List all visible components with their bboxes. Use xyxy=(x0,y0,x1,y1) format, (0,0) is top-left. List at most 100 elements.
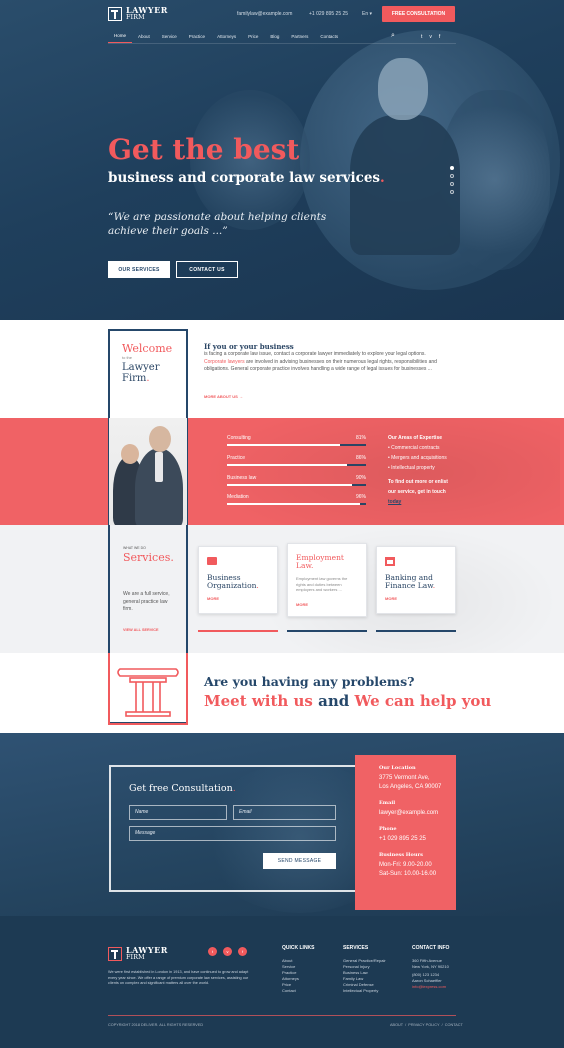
welcome-heading: If you or your business xyxy=(204,342,294,351)
slider-dot[interactable] xyxy=(450,190,454,194)
hero-subtitle: business and corporate law services. xyxy=(108,170,385,186)
nav-about[interactable]: About xyxy=(132,30,156,44)
logo[interactable]: LAWYER FIRM xyxy=(108,6,168,21)
welcome-paragraph: is facing a corporate law issue, contact… xyxy=(204,351,444,374)
skill-value: 86% xyxy=(355,455,366,461)
more-about-link[interactable]: MORE ABOUT US → xyxy=(204,394,243,399)
view-all-services-link[interactable]: VIEW ALL SERVICE xyxy=(123,628,159,632)
facebook-icon[interactable]: f xyxy=(439,34,440,40)
card-underline xyxy=(376,630,456,632)
firm-name-dot: . xyxy=(146,373,150,384)
message-field[interactable]: Message xyxy=(129,826,336,841)
nav-partners[interactable]: Partners xyxy=(285,30,314,44)
footer-link[interactable]: Attorneys xyxy=(282,976,299,982)
skill-row: Business law 90% xyxy=(227,475,366,486)
twitter-icon[interactable]: t xyxy=(208,947,217,956)
email-label: Email xyxy=(379,800,396,806)
services-title-text: Services xyxy=(123,551,171,564)
skill-bar-fill xyxy=(227,444,340,446)
skill-bar xyxy=(227,464,366,466)
contact-us-button[interactable]: CONTACT US xyxy=(176,261,238,278)
nav-practice[interactable]: Practice xyxy=(183,30,211,44)
card-title-text: Organization xyxy=(207,581,257,590)
area-label: Mergers and acquisitions xyxy=(391,455,447,461)
skill-value: 96% xyxy=(355,494,366,500)
nav-price[interactable]: Price xyxy=(242,30,264,44)
nav-contacts[interactable]: Contacts xyxy=(314,30,344,44)
phone-value[interactable]: +1 029 895 25 25 xyxy=(379,835,456,844)
card-title-dot: . xyxy=(256,581,259,590)
hours-label: Business Hours xyxy=(379,852,423,858)
slider-dot[interactable] xyxy=(450,166,454,170)
firm-name-line2: Firm. xyxy=(122,373,160,384)
services-description: We are a full service, general practice … xyxy=(123,591,170,612)
area-item: • Intellectual property xyxy=(388,465,435,471)
facebook-icon[interactable]: f xyxy=(238,947,247,956)
area-label: Intellectual property xyxy=(391,465,435,471)
welcome-firm-name: Lawyer Firm. xyxy=(122,362,160,384)
pillar-icon xyxy=(117,668,179,717)
briefcase-icon xyxy=(207,557,217,565)
consultation-title-dot: . xyxy=(232,783,236,794)
card-more-link[interactable]: MORE xyxy=(207,596,219,601)
footer-contact: 360 Fifth Avenue New York, NY 90210 (800) … xyxy=(412,958,449,990)
footer-social: t v f xyxy=(208,947,247,956)
card-more-link[interactable]: MORE xyxy=(385,596,397,601)
location-label: Our Location xyxy=(379,765,416,771)
skill-bar xyxy=(227,444,366,446)
nav-blog[interactable]: Blog xyxy=(264,30,285,44)
problems-part1: Meet with us xyxy=(204,692,313,710)
footer-link[interactable]: Practice xyxy=(282,970,299,976)
email-value[interactable]: lawyer@example.com xyxy=(379,809,456,818)
name-field[interactable]: Name xyxy=(129,805,227,820)
problems-cta: Meet with us and We can help you xyxy=(204,692,491,710)
slider-dot[interactable] xyxy=(450,182,454,186)
skill-bar xyxy=(227,484,366,486)
welcome-link[interactable]: Corporate lawyers xyxy=(204,359,245,365)
free-consultation-button[interactable]: FREE CONSULTATION xyxy=(382,6,455,22)
footer-link[interactable]: Intellectual Property xyxy=(343,988,386,994)
search-icon[interactable]: ⌕ xyxy=(391,32,395,40)
hero-subtitle-dot: . xyxy=(380,170,385,186)
our-services-button[interactable]: OUR SERVICES xyxy=(108,261,170,278)
footer-logo[interactable]: LAWYER FIRM xyxy=(108,946,168,961)
footer-about: We were first established in London in 1… xyxy=(108,970,249,986)
quick-links-title: QUICK LINKS xyxy=(282,945,315,951)
nav-attorneys[interactable]: Attorneys xyxy=(211,30,242,44)
nav-service[interactable]: Service xyxy=(156,30,183,44)
services-title: Services. xyxy=(123,551,174,564)
footer-link[interactable]: Contact xyxy=(282,988,299,994)
service-card-banking[interactable]: Banking and Finance Law. MORE xyxy=(376,546,456,614)
skill-label: Practice xyxy=(227,455,246,461)
card-title: Business Organization. xyxy=(207,574,259,590)
welcome-to: to the xyxy=(122,355,133,360)
email-field[interactable]: Email xyxy=(233,805,336,820)
skill-bar-fill xyxy=(227,484,353,486)
hero-title: Get the best xyxy=(108,133,300,166)
language-select[interactable]: En ▾ xyxy=(362,11,372,17)
footer-services: General Practice/Repair Personal Injury Bu… xyxy=(343,958,386,993)
areas-cta-link[interactable]: today xyxy=(388,497,448,507)
area-item: • Commercial contracts xyxy=(388,445,440,451)
twitter-icon[interactable]: t xyxy=(421,34,422,40)
location-line: Los Angeles, CA 90007 xyxy=(379,784,442,790)
header-email[interactable]: familylaw@example.com xyxy=(237,11,292,17)
header-phone[interactable]: +1 029 895 25 25 xyxy=(309,11,348,17)
footer-contact-email[interactable]: info@lexpress.com xyxy=(412,984,449,990)
send-message-button[interactable]: SEND MESSAGE xyxy=(263,853,336,869)
phone-label: Phone xyxy=(379,826,397,832)
slider-dot[interactable] xyxy=(450,174,454,178)
nav-home[interactable]: Home xyxy=(108,30,133,43)
footer-bottom-links[interactable]: ABOUT / PRIVACY POLICY / CONTACT xyxy=(390,1023,463,1027)
skill-bar-fill xyxy=(227,503,361,505)
vimeo-icon[interactable]: v xyxy=(223,947,232,956)
service-card-employment[interactable]: Employment Law. Employment law governs th… xyxy=(287,543,367,617)
card-more-link[interactable]: MORE xyxy=(296,602,308,607)
skill-label: Business law xyxy=(227,475,257,481)
service-card-business[interactable]: Business Organization. MORE xyxy=(198,546,278,614)
card-description: Employment law governs the rights and du… xyxy=(296,576,348,592)
areas-title: Our Areas of Expertise xyxy=(388,435,443,441)
card-title-dot: . xyxy=(310,561,314,570)
consultation-title-text: Get free Consultation xyxy=(129,783,233,794)
vimeo-icon[interactable]: v xyxy=(429,34,432,40)
